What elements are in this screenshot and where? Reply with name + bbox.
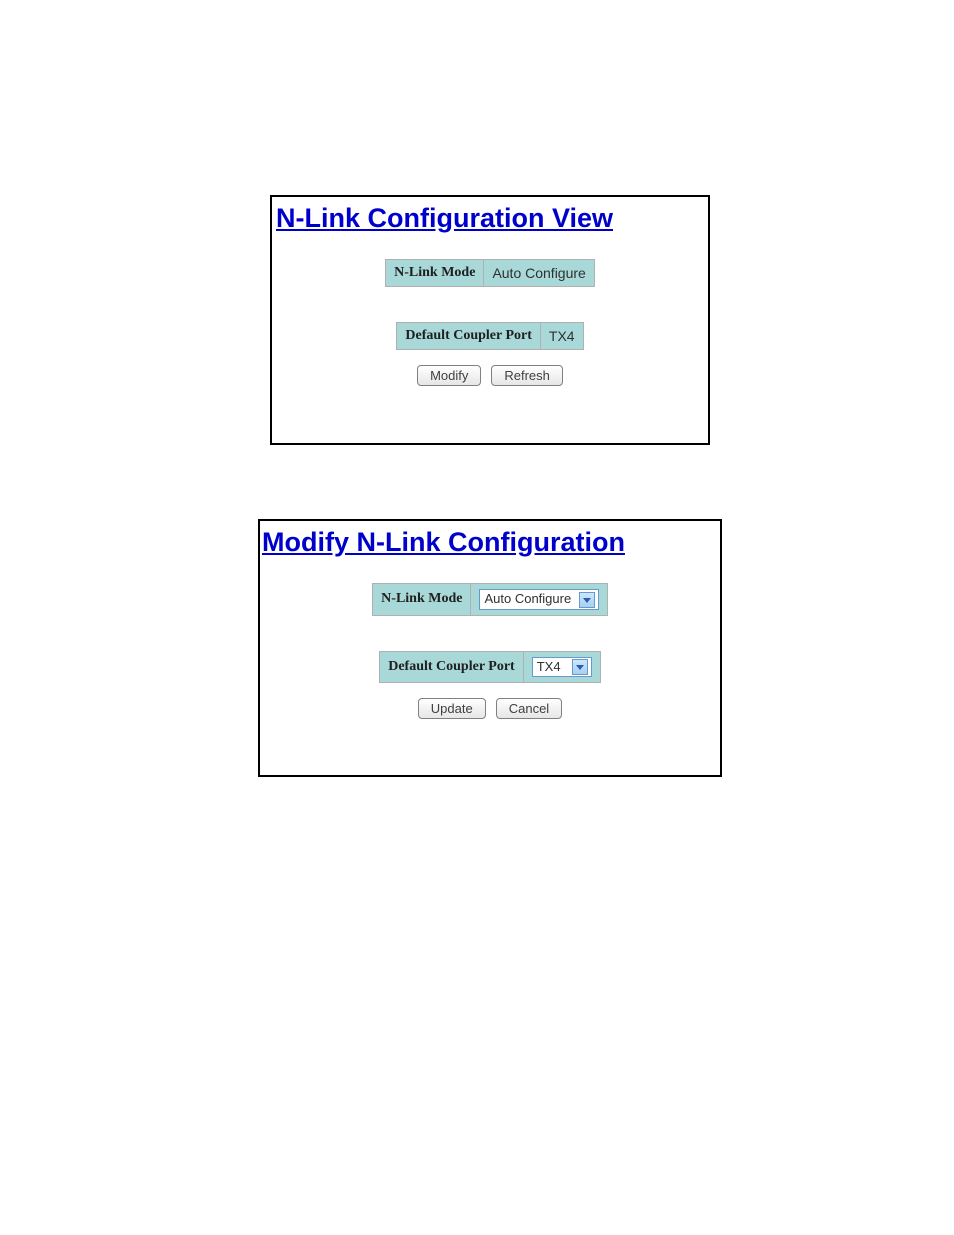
modify-button[interactable]: Modify	[417, 365, 481, 386]
table-row: N-Link Mode Auto Configure	[373, 584, 608, 616]
default-coupler-port-value: TX4	[540, 323, 583, 350]
modify-default-coupler-port-table: Default Coupler Port TX4	[379, 651, 601, 684]
default-coupler-port-select-value: TX4	[537, 659, 561, 674]
modify-nlink-mode-label: N-Link Mode	[373, 584, 471, 616]
table-row: Default Coupler Port TX4	[380, 651, 601, 683]
chevron-down-icon	[579, 592, 595, 608]
modify-panel-title: Modify N-Link Configuration	[262, 527, 720, 558]
modify-nlink-config-panel: Modify N-Link Configuration N-Link Mode …	[258, 519, 722, 777]
update-button[interactable]: Update	[418, 698, 486, 719]
modify-nlink-mode-cell: Auto Configure	[471, 584, 607, 616]
nlink-mode-select-value: Auto Configure	[484, 591, 571, 606]
table-row: N-Link Mode Auto Configure	[386, 260, 595, 287]
nlink-mode-label: N-Link Mode	[386, 260, 484, 287]
default-coupler-port-label: Default Coupler Port	[397, 323, 541, 350]
modify-default-coupler-port-cell: TX4	[523, 651, 600, 683]
nlink-mode-value: Auto Configure	[484, 260, 594, 287]
view-button-row: Modify Refresh	[272, 365, 708, 386]
modify-default-coupler-port-label: Default Coupler Port	[380, 651, 524, 683]
cancel-button[interactable]: Cancel	[496, 698, 562, 719]
nlink-config-view-panel: N-Link Configuration View N-Link Mode Au…	[270, 195, 710, 445]
default-coupler-port-table: Default Coupler Port TX4	[396, 322, 583, 350]
refresh-button[interactable]: Refresh	[491, 365, 563, 386]
view-panel-title: N-Link Configuration View	[276, 203, 708, 234]
nlink-mode-table: N-Link Mode Auto Configure	[385, 259, 595, 287]
default-coupler-port-select[interactable]: TX4	[532, 657, 592, 678]
modify-nlink-mode-table: N-Link Mode Auto Configure	[372, 583, 608, 616]
nlink-mode-select[interactable]: Auto Configure	[479, 589, 598, 610]
table-row: Default Coupler Port TX4	[397, 323, 583, 350]
modify-button-row: Update Cancel	[260, 698, 720, 719]
chevron-down-icon	[572, 659, 588, 675]
